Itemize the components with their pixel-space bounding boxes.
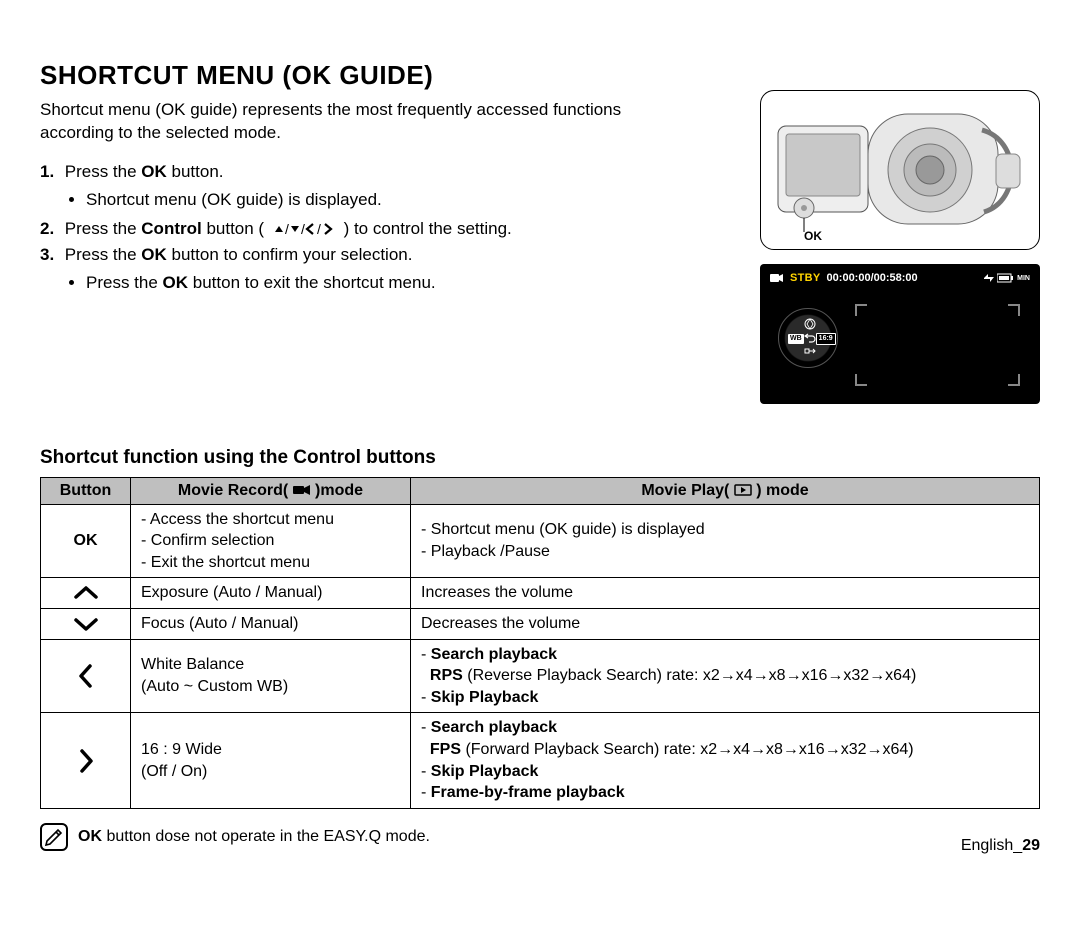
- step3-text-b: button to confirm your selection.: [167, 245, 413, 264]
- table-row: Exposure (Auto / Manual) Increases the v…: [41, 578, 1040, 609]
- up-record-cell: Exposure (Auto / Manual): [131, 578, 411, 609]
- ratio-badge: 16:9: [816, 333, 836, 345]
- ok-record-cell: - Access the shortcut menu - Confirm sel…: [131, 504, 411, 578]
- aperture-icon: [804, 318, 816, 332]
- note-ok: OK: [78, 828, 102, 845]
- shortcut-function-table: Button Movie Record( )mode Movie Play( )…: [40, 477, 1040, 809]
- step-number: 1.: [40, 159, 60, 185]
- table-row: OK - Access the shortcut menu - Confirm …: [41, 504, 1040, 578]
- note-icon: [40, 823, 68, 851]
- step2-control: Control: [141, 219, 206, 238]
- th-record: Movie Record( )mode: [131, 477, 411, 504]
- svg-text:/: /: [285, 222, 289, 236]
- stby-label: STBY: [790, 272, 821, 284]
- step2-text-c: button (: [206, 219, 264, 238]
- btn-down-cell: [41, 608, 131, 639]
- th-play: Movie Play( ) mode: [411, 477, 1040, 504]
- up-play-cell: Increases the volume: [411, 578, 1040, 609]
- illustration-panel: OK STBY 00:00:00/00:58:00 MIN: [760, 90, 1040, 404]
- shortcut-dial-icon: WB 16:9: [778, 308, 838, 368]
- movie-icon: [770, 272, 784, 284]
- ok-play-cell: - Shortcut menu (OK guide) is displayed …: [411, 504, 1040, 578]
- table-row: White Balance (Auto ~ Custom WB) - Searc…: [41, 639, 1040, 713]
- step1-text-a: Press the: [65, 162, 142, 181]
- step2-text-d: ) to control the setting.: [344, 219, 512, 238]
- chevron-down-icon: [73, 616, 99, 632]
- step-number: 2.: [40, 216, 60, 242]
- right-record-cell: 16 : 9 Wide (Off / On): [131, 713, 411, 808]
- note-text: button dose not operate in the EASY.Q mo…: [102, 828, 430, 845]
- svg-text:/: /: [301, 222, 305, 236]
- down-record-cell: Focus (Auto / Manual): [131, 608, 411, 639]
- step3-bullet: Press the OK button to exit the shortcut…: [86, 270, 660, 296]
- th-button: Button: [41, 477, 131, 504]
- left-record-cell: White Balance (Auto ~ Custom WB): [131, 639, 411, 713]
- subheading: Shortcut function using the Control butt…: [40, 447, 1040, 469]
- step3-text-a: Press the: [65, 245, 142, 264]
- btn-right-cell: [41, 713, 131, 808]
- intro-text: Shortcut menu (OK guide) represents the …: [40, 99, 660, 145]
- steps-list: 1. Press the OK button. Shortcut menu (O…: [40, 159, 660, 297]
- time-counter: 00:00:00/00:58:00: [827, 272, 918, 284]
- btn-ok-cell: OK: [41, 504, 131, 578]
- return-icon: [804, 333, 816, 345]
- table-row: 16 : 9 Wide (Off / On) - Search playback…: [41, 713, 1040, 808]
- step2-text-a: Press the: [65, 219, 142, 238]
- page-footer: English_29: [961, 837, 1040, 855]
- lcd-screen-illustration: STBY 00:00:00/00:58:00 MIN WB 16:9: [760, 264, 1040, 404]
- step1-ok: OK: [141, 162, 167, 181]
- table-row: Focus (Auto / Manual) Decreases the volu…: [41, 608, 1040, 639]
- wb-badge: WB: [788, 334, 804, 344]
- step-number: 3.: [40, 242, 60, 268]
- svg-text:/: /: [317, 222, 321, 236]
- battery-icon: MIN: [983, 273, 1030, 283]
- focus-icon: [804, 346, 816, 358]
- page-title: SHORTCUT MENU (OK GUIDE): [40, 60, 1040, 91]
- note: OK button dose not operate in the EASY.Q…: [40, 823, 1040, 851]
- chevron-right-icon: [78, 748, 94, 774]
- chevron-left-icon: [78, 663, 94, 689]
- camcorder-illustration: OK: [760, 90, 1040, 250]
- step1-bullet: Shortcut menu (OK guide) is displayed.: [86, 187, 660, 213]
- btn-left-cell: [41, 639, 131, 713]
- btn-up-cell: [41, 578, 131, 609]
- right-play-cell: - Search playback FPS (Forward Playback …: [411, 713, 1040, 808]
- chevron-up-icon: [73, 585, 99, 601]
- left-play-cell: - Search playback RPS (Reverse Playback …: [411, 639, 1040, 713]
- step1-text-b: button.: [167, 162, 224, 181]
- control-arrows-icon: / / /: [264, 219, 343, 238]
- step3-ok: OK: [141, 245, 167, 264]
- ok-pointer-label: OK: [804, 229, 822, 243]
- down-play-cell: Decreases the volume: [411, 608, 1040, 639]
